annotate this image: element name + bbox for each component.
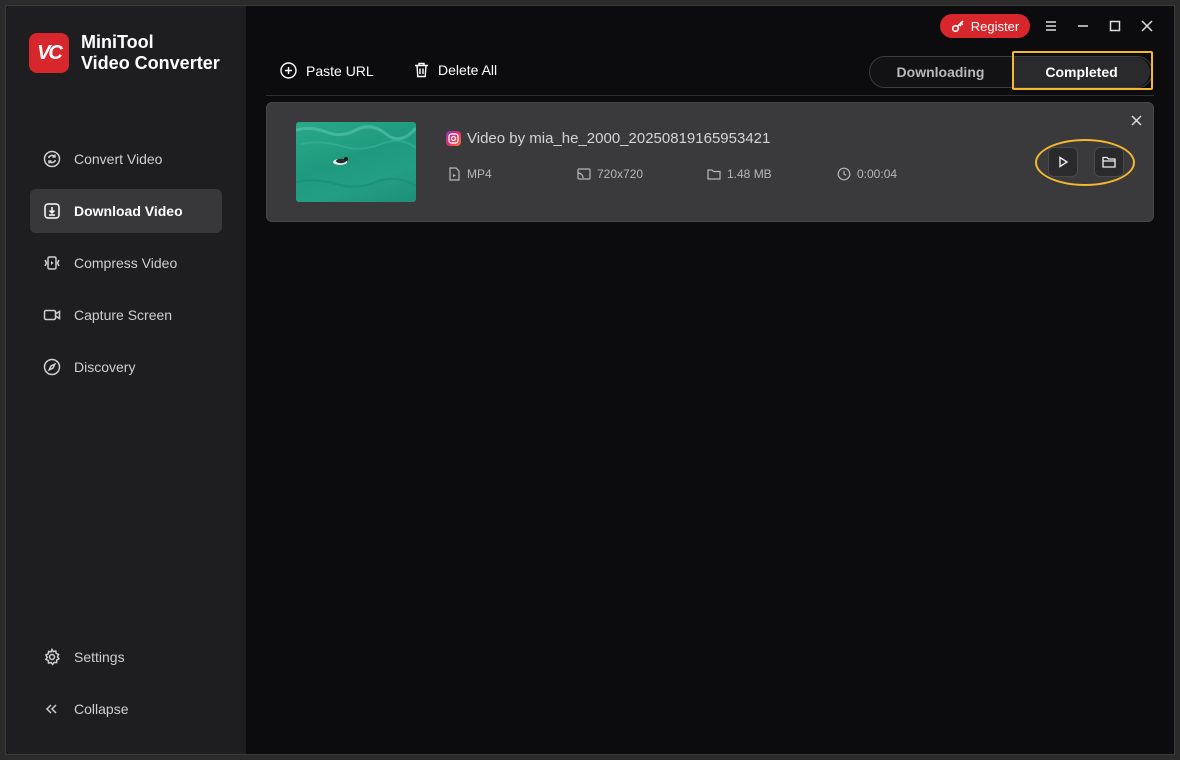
video-title: Video by mia_he_2000_20250819165953421 [446,130,770,147]
instagram-icon [446,131,461,146]
sidebar-item-settings[interactable]: Settings [30,635,222,679]
delete-all-button[interactable]: Delete All [414,62,497,78]
sidebar-item-collapse[interactable]: Collapse [30,687,222,731]
compass-icon [43,358,61,376]
plus-circle-icon [280,62,297,79]
app-window: VC MiniTool Video Converter Convert Vide… [5,5,1175,755]
register-button[interactable]: Register [940,14,1030,38]
hamburger-icon [1046,21,1056,31]
video-duration-text: 0:00:04 [857,167,898,181]
video-size: 1.48 MB [707,167,772,181]
paste-url-button[interactable]: Paste URL [280,62,374,79]
play-icon [1059,156,1069,168]
double-chevron-left-icon [45,704,57,714]
video-format: MP4 [447,167,492,181]
close-icon [1141,20,1153,32]
open-folder-button[interactable] [1094,147,1124,177]
folder-icon [1102,156,1116,168]
gear-icon [44,647,60,666]
download-item-card: Video by mia_he_2000_20250819165953421 M… [266,102,1154,222]
logo-icon: VC [29,33,69,73]
sidebar-item-label: Discovery [74,359,136,375]
menu-button[interactable] [1040,15,1062,37]
sidebar-item-label: Capture Screen [74,307,173,323]
sidebar-item-label: Download Video [74,203,183,219]
trash-icon [415,62,428,78]
app-logo: VC MiniTool Video Converter [29,32,220,74]
video-thumbnail[interactable] [296,122,416,202]
main-panel: Register Paste URL Delete All Downloadin… [246,6,1174,754]
sidebar-item-discovery[interactable]: Discovery [30,345,222,389]
file-video-icon [449,167,460,181]
tab-completed[interactable]: Completed [1013,57,1150,87]
play-button[interactable] [1048,147,1078,177]
close-button[interactable] [1136,15,1158,37]
thumbnail-image [296,125,416,188]
clock-icon [837,167,851,181]
close-icon [1130,114,1142,126]
minimize-button[interactable] [1072,15,1094,37]
video-format-text: MP4 [467,167,492,181]
video-title-text: Video by mia_he_2000_20250819165953421 [467,130,771,147]
video-resolution: 720x720 [577,167,643,181]
tab-downloading[interactable]: Downloading [870,57,1011,87]
video-resolution-text: 720x720 [597,167,644,181]
download-icon [44,203,60,219]
sidebar-item-label: Compress Video [74,255,178,271]
toolbar-divider [266,95,1154,96]
minimize-icon [1078,25,1088,27]
download-tabs: Downloading Completed [869,56,1153,88]
camera-icon [43,309,61,321]
key-icon [951,20,964,33]
delete-all-label: Delete All [438,62,498,78]
remove-item-button[interactable] [1127,111,1145,129]
sidebar-nav: Convert Video Download Video Compress Vi… [30,137,222,397]
maximize-icon [1109,20,1121,32]
register-label: Register [970,18,1020,34]
sidebar-item-label: Convert Video [74,151,163,167]
app-name: MiniTool Video Converter [81,32,220,74]
compress-icon [44,256,60,270]
app-name-line2: Video Converter [81,53,220,73]
sidebar: VC MiniTool Video Converter Convert Vide… [6,6,246,754]
sidebar-item-download-video[interactable]: Download Video [30,189,222,233]
sidebar-item-compress-video[interactable]: Compress Video [30,241,222,285]
sidebar-item-label: Settings [74,649,125,665]
app-name-line1: MiniTool [81,32,154,52]
video-size-text: 1.48 MB [727,167,772,181]
video-duration: 0:00:04 [837,167,897,181]
paste-url-label: Paste URL [306,62,374,79]
convert-icon [43,150,61,168]
folder-icon [707,169,721,180]
sidebar-bottom: Settings Collapse [30,635,222,739]
sidebar-item-convert-video[interactable]: Convert Video [30,137,222,181]
maximize-button[interactable] [1104,15,1126,37]
resolution-icon [577,168,591,180]
sidebar-item-capture-screen[interactable]: Capture Screen [30,293,222,337]
sidebar-item-label: Collapse [74,701,129,717]
